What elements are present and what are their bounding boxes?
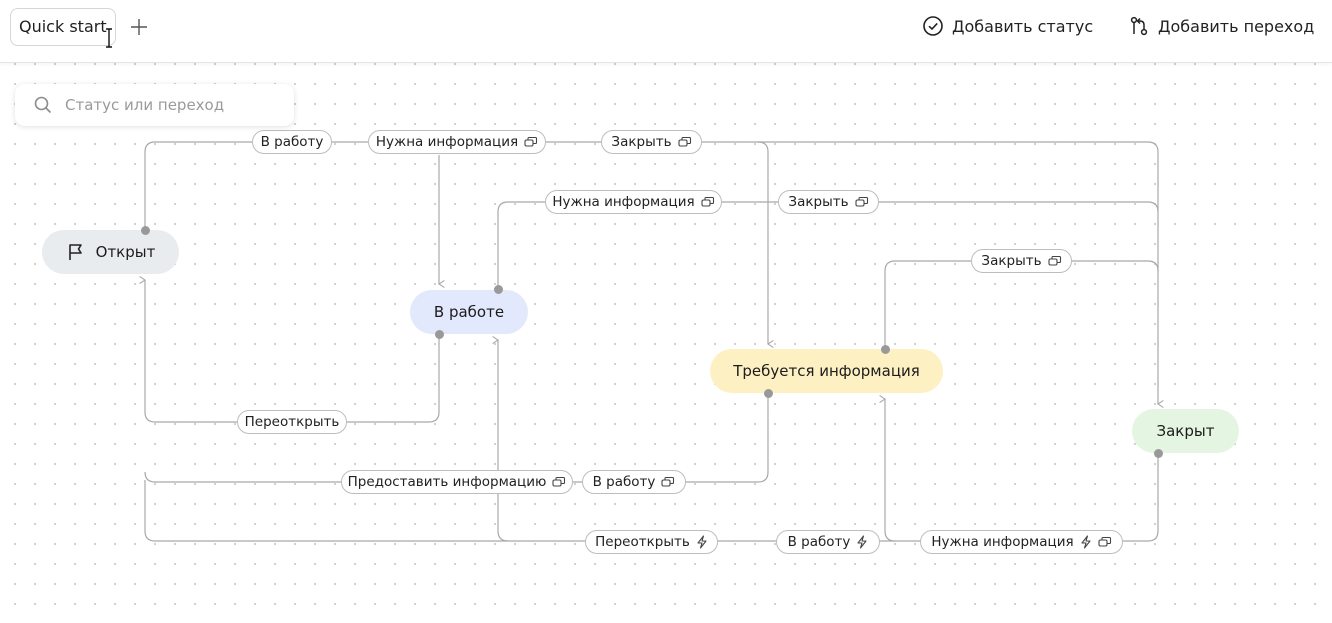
edge-needinfo-top [884,260,1159,348]
status-need-info[interactable]: Требуется информация [710,349,943,393]
top-bar: Quick start Добавить статус Добавить пер… [0,0,1332,63]
transition-label: В работу [592,474,656,490]
transition-close[interactable]: Закрыть [971,249,1072,273]
search-icon [34,96,52,114]
status-closed-label: Закрыт [1156,422,1215,440]
search-input[interactable] [63,95,287,115]
status-open-label: Открыт [95,243,156,261]
edge-needinfo-bottom [144,393,769,483]
add-tab-button[interactable] [128,16,150,38]
port-dot[interactable] [434,329,444,339]
transition-to-in-progress[interactable]: В работу [582,470,686,494]
check-circle-icon [923,16,943,36]
transition-reopen[interactable]: Переоткрыть [237,410,347,434]
screens-icon [552,476,566,487]
text-cursor-icon [106,28,112,48]
status-in-progress-label: В работе [433,303,505,321]
screens-icon [1098,536,1111,547]
status-open[interactable]: Открыт [42,230,179,274]
tab-quick-start[interactable]: Quick start [10,8,116,46]
status-in-progress[interactable]: В работе [410,290,528,334]
lightning-icon [857,535,867,549]
edge-close-drop [757,141,768,344]
search-box[interactable] [15,84,294,126]
transition-need-info-auto[interactable]: Нужна информация [920,530,1123,554]
status-need-info-label: Требуется информация [733,362,920,380]
transition-label: Закрыть [788,194,849,210]
transition-to-in-progress[interactable]: В работу [252,130,332,154]
port-dot[interactable] [1153,448,1163,458]
transition-need-info[interactable]: Нужна информация [368,130,546,154]
add-transition-label: Добавить переход [1158,16,1315,36]
screens-icon [701,196,714,207]
transition-label: Переоткрыть [595,534,690,550]
transition-label: В работу [787,534,851,550]
transition-label: Предоставить информацию [347,474,547,490]
screens-icon [678,136,691,147]
screens-icon [1048,255,1061,266]
transition-need-info[interactable]: Нужна информация [545,190,722,214]
screens-icon [524,136,538,147]
port-dot[interactable] [880,344,890,354]
add-status-label: Добавить статус [952,16,1094,36]
transition-close[interactable]: Закрыть [778,190,879,214]
port-dot[interactable] [763,388,773,398]
transition-label: Нужна информация [552,194,695,210]
transition-to-in-progress-auto[interactable]: В работу [776,530,880,554]
transition-label: Закрыть [611,134,672,150]
add-status-button[interactable]: Добавить статус [922,14,1093,38]
transition-label: Нужна информация [375,134,519,150]
edge-to-inprogress [498,340,509,542]
transition-icon [1130,16,1148,36]
edge-closed-bottom [144,453,1159,542]
edge-open-top [144,141,1158,404]
port-dot[interactable] [493,284,503,294]
tab-label: Quick start [19,17,107,36]
screens-icon [855,196,868,207]
transition-close[interactable]: Закрыть [601,130,702,154]
transition-label: Нужна информация [931,534,1074,550]
add-transition-button[interactable]: Добавить переход [1128,14,1314,38]
transition-provide-info[interactable]: Предоставить информацию [341,470,573,494]
lightning-icon [697,535,707,549]
status-closed[interactable]: Закрыт [1132,409,1239,453]
transition-label: Переоткрыть [244,414,340,430]
flag-icon [68,244,82,260]
transition-reopen-auto[interactable]: Переоткрыть [585,530,718,554]
lightning-icon [1081,535,1091,549]
edge-to-needinfo [885,399,896,542]
port-dot[interactable] [140,225,150,235]
screens-icon [661,476,675,487]
transition-label: Закрыть [981,253,1042,269]
edge-inprogress-top [497,201,1159,289]
transition-label: В работу [260,134,324,150]
edge-reopen-inprogress [145,280,440,423]
